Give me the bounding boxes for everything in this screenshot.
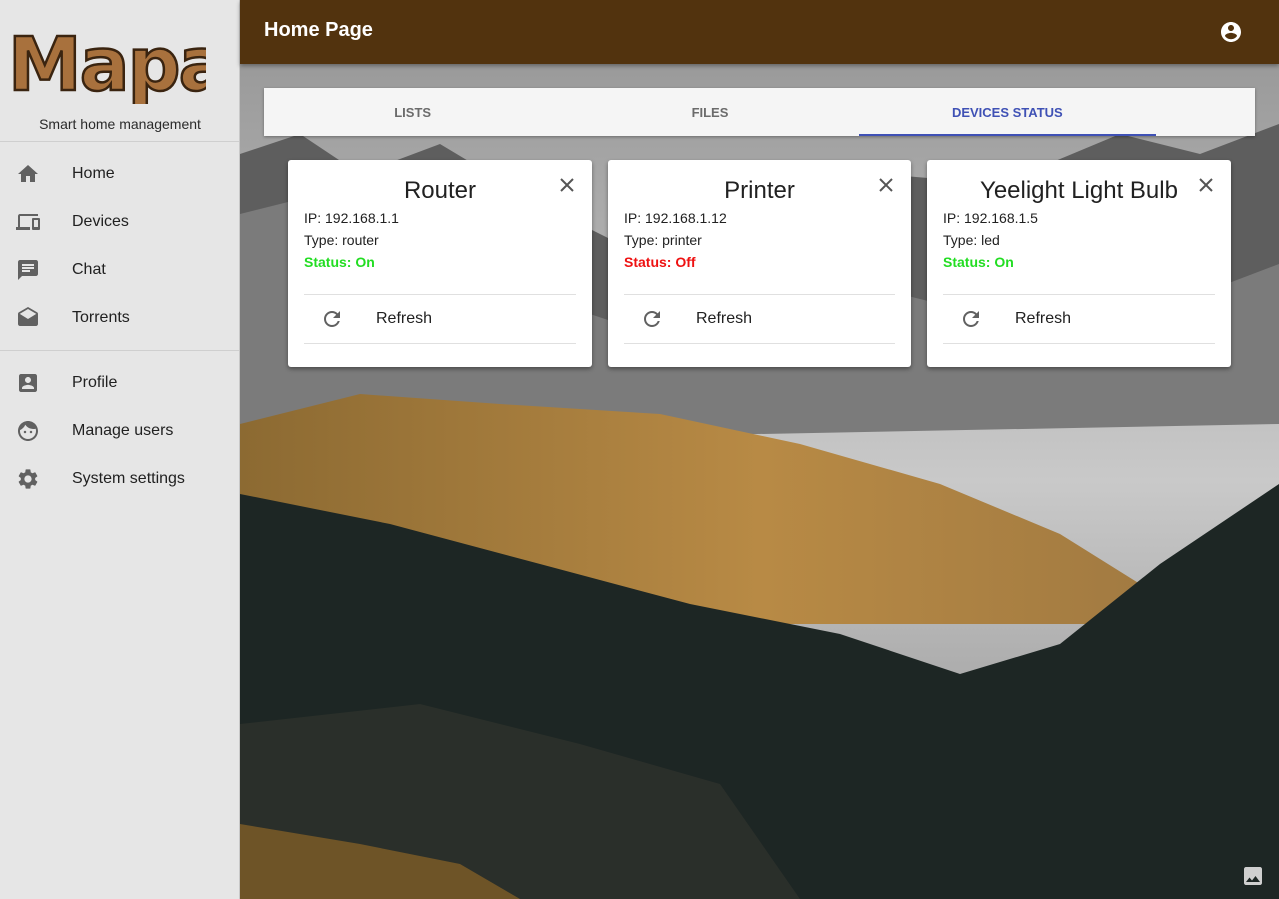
- tab-files[interactable]: FILES: [561, 88, 858, 136]
- tab-bar: LISTS FILES DEVICES STATUS: [264, 88, 1255, 136]
- device-status: Status: On: [943, 254, 1014, 270]
- refresh-icon: [320, 307, 344, 331]
- refresh-icon: [959, 307, 983, 331]
- device-card-printer: Printer IP: 192.168.1.12 Type: printer S…: [608, 160, 911, 367]
- image-icon[interactable]: [1241, 864, 1265, 888]
- device-type: Type: router: [304, 232, 379, 248]
- primary-nav: Home Devices Chat Torrents: [0, 142, 239, 351]
- drafts-icon: [16, 306, 40, 330]
- chat-icon: [16, 258, 40, 282]
- home-icon: [16, 162, 40, 186]
- page-title: Home Page: [264, 19, 373, 41]
- account-box-icon: [16, 371, 40, 395]
- sidebar-item-manage-users[interactable]: Manage users: [0, 407, 239, 455]
- device-name: Yeelight Light Bulb: [980, 177, 1178, 204]
- app-bar: Home Page: [240, 0, 1279, 64]
- secondary-nav: Profile Manage users System settings: [0, 351, 239, 511]
- device-type: Type: printer: [624, 232, 702, 248]
- tab-spacer: [1156, 88, 1255, 136]
- device-status: Status: Off: [624, 254, 696, 270]
- svg-text:Mapa: Mapa: [8, 22, 206, 104]
- tab-devices-status[interactable]: DEVICES STATUS: [858, 88, 1157, 136]
- refresh-label: Refresh: [1015, 310, 1072, 327]
- app-tagline: Smart home management: [39, 116, 201, 132]
- device-ip: IP: 192.168.1.1: [304, 210, 399, 226]
- sidebar-item-system-settings[interactable]: System settings: [0, 455, 239, 503]
- logo-area: Mapa Smart home management: [0, 0, 239, 142]
- sidebar-item-home[interactable]: Home: [0, 150, 239, 198]
- sidebar-item-chat[interactable]: Chat: [0, 246, 239, 294]
- device-type: Type: led: [943, 232, 1000, 248]
- device-status: Status: On: [304, 254, 375, 270]
- refresh-label: Refresh: [376, 310, 433, 327]
- tab-lists[interactable]: LISTS: [264, 88, 561, 136]
- sidebar-item-label: Chat: [72, 261, 106, 278]
- refresh-button[interactable]: Refresh: [943, 294, 1215, 344]
- close-icon[interactable]: [556, 174, 578, 196]
- sidebar-item-label: System settings: [72, 470, 185, 487]
- sidebar-item-label: Torrents: [72, 309, 130, 326]
- device-ip: IP: 192.168.1.5: [943, 210, 1038, 226]
- devices-icon: [16, 210, 40, 234]
- sidebar: Mapa Smart home management Home Devices …: [0, 0, 240, 899]
- sidebar-item-label: Manage users: [72, 422, 174, 439]
- device-card-router: Router IP: 192.168.1.1 Type: router Stat…: [288, 160, 592, 367]
- mapa-logo: Mapa: [7, 21, 206, 104]
- gear-icon: [16, 467, 40, 491]
- sidebar-item-label: Devices: [72, 213, 129, 230]
- account-circle-icon[interactable]: [1219, 20, 1243, 44]
- sidebar-item-profile[interactable]: Profile: [0, 359, 239, 407]
- device-name: Router: [403, 177, 477, 204]
- sidebar-item-label: Profile: [72, 374, 118, 391]
- device-ip: IP: 192.168.1.12: [624, 210, 727, 226]
- close-icon[interactable]: [1195, 174, 1217, 196]
- refresh-icon: [640, 307, 664, 331]
- close-icon[interactable]: [875, 174, 897, 196]
- sidebar-item-torrents[interactable]: Torrents: [0, 294, 239, 342]
- refresh-button[interactable]: Refresh: [304, 294, 576, 344]
- device-name: Printer: [724, 177, 795, 204]
- sidebar-item-devices[interactable]: Devices: [0, 198, 239, 246]
- face-icon: [16, 419, 40, 443]
- refresh-button[interactable]: Refresh: [624, 294, 895, 344]
- sidebar-item-label: Home: [72, 165, 115, 182]
- device-card-light-bulb: Yeelight Light Bulb IP: 192.168.1.5 Type…: [927, 160, 1231, 367]
- refresh-label: Refresh: [696, 310, 753, 327]
